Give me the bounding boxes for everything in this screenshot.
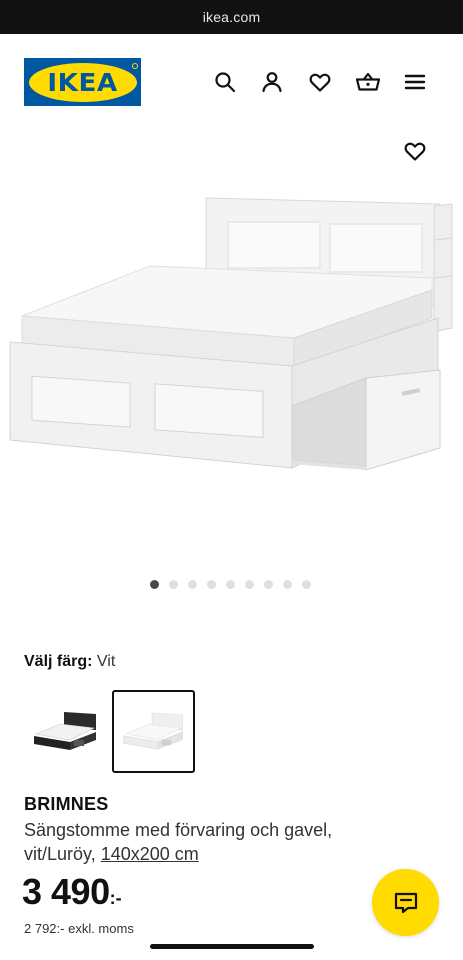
- pagination-dot[interactable]: [264, 580, 273, 589]
- logo-text: IKEA: [47, 67, 118, 97]
- basket-icon[interactable]: [355, 70, 381, 94]
- price-suffix: :-: [109, 888, 122, 908]
- chat-bubble-icon: [394, 892, 417, 913]
- price-amount: 3 490: [22, 871, 110, 912]
- pagination-dot[interactable]: [302, 580, 311, 589]
- price-excl-vat: 2 792:- exkl. moms: [24, 921, 134, 936]
- white-bed-thumbnail: [123, 712, 183, 750]
- pagination-dot[interactable]: [169, 580, 178, 589]
- color-swatch-white[interactable]: [112, 690, 195, 773]
- search-icon[interactable]: [213, 70, 237, 94]
- product-description: Sängstomme med förvaring och gavel, vit/…: [24, 818, 404, 866]
- pagination-dot[interactable]: [283, 580, 292, 589]
- pagination-dot[interactable]: [188, 580, 197, 589]
- color-swatch-black[interactable]: [24, 690, 107, 773]
- heart-icon[interactable]: [308, 70, 332, 94]
- color-label: Välj färg:: [24, 653, 93, 670]
- site-header: IKEA: [0, 34, 463, 130]
- browser-url-bar[interactable]: ikea.com: [0, 0, 463, 34]
- pagination-dot[interactable]: [245, 580, 254, 589]
- chat-button[interactable]: [372, 869, 439, 936]
- url-text: ikea.com: [202, 9, 261, 25]
- product-name: BRIMNES: [24, 794, 109, 814]
- menu-icon[interactable]: [403, 70, 427, 94]
- product-price: 3 490 :-: [22, 870, 122, 914]
- add-to-favourites-heart-icon[interactable]: [403, 139, 427, 163]
- black-bed-thumbnail: [34, 712, 96, 750]
- color-value: Vit: [96, 653, 116, 670]
- color-select-label: Välj färg: Vit: [24, 653, 115, 671]
- pagination-dot[interactable]: [226, 580, 235, 589]
- pagination-dot-active[interactable]: [150, 580, 159, 589]
- product-image[interactable]: [0, 178, 463, 508]
- user-icon[interactable]: [260, 70, 284, 94]
- image-pagination[interactable]: [150, 580, 311, 589]
- product-size-link[interactable]: 140x200 cm: [101, 844, 199, 864]
- home-indicator[interactable]: [150, 944, 314, 949]
- ikea-logo[interactable]: IKEA: [24, 58, 141, 106]
- pagination-dot[interactable]: [207, 580, 216, 589]
